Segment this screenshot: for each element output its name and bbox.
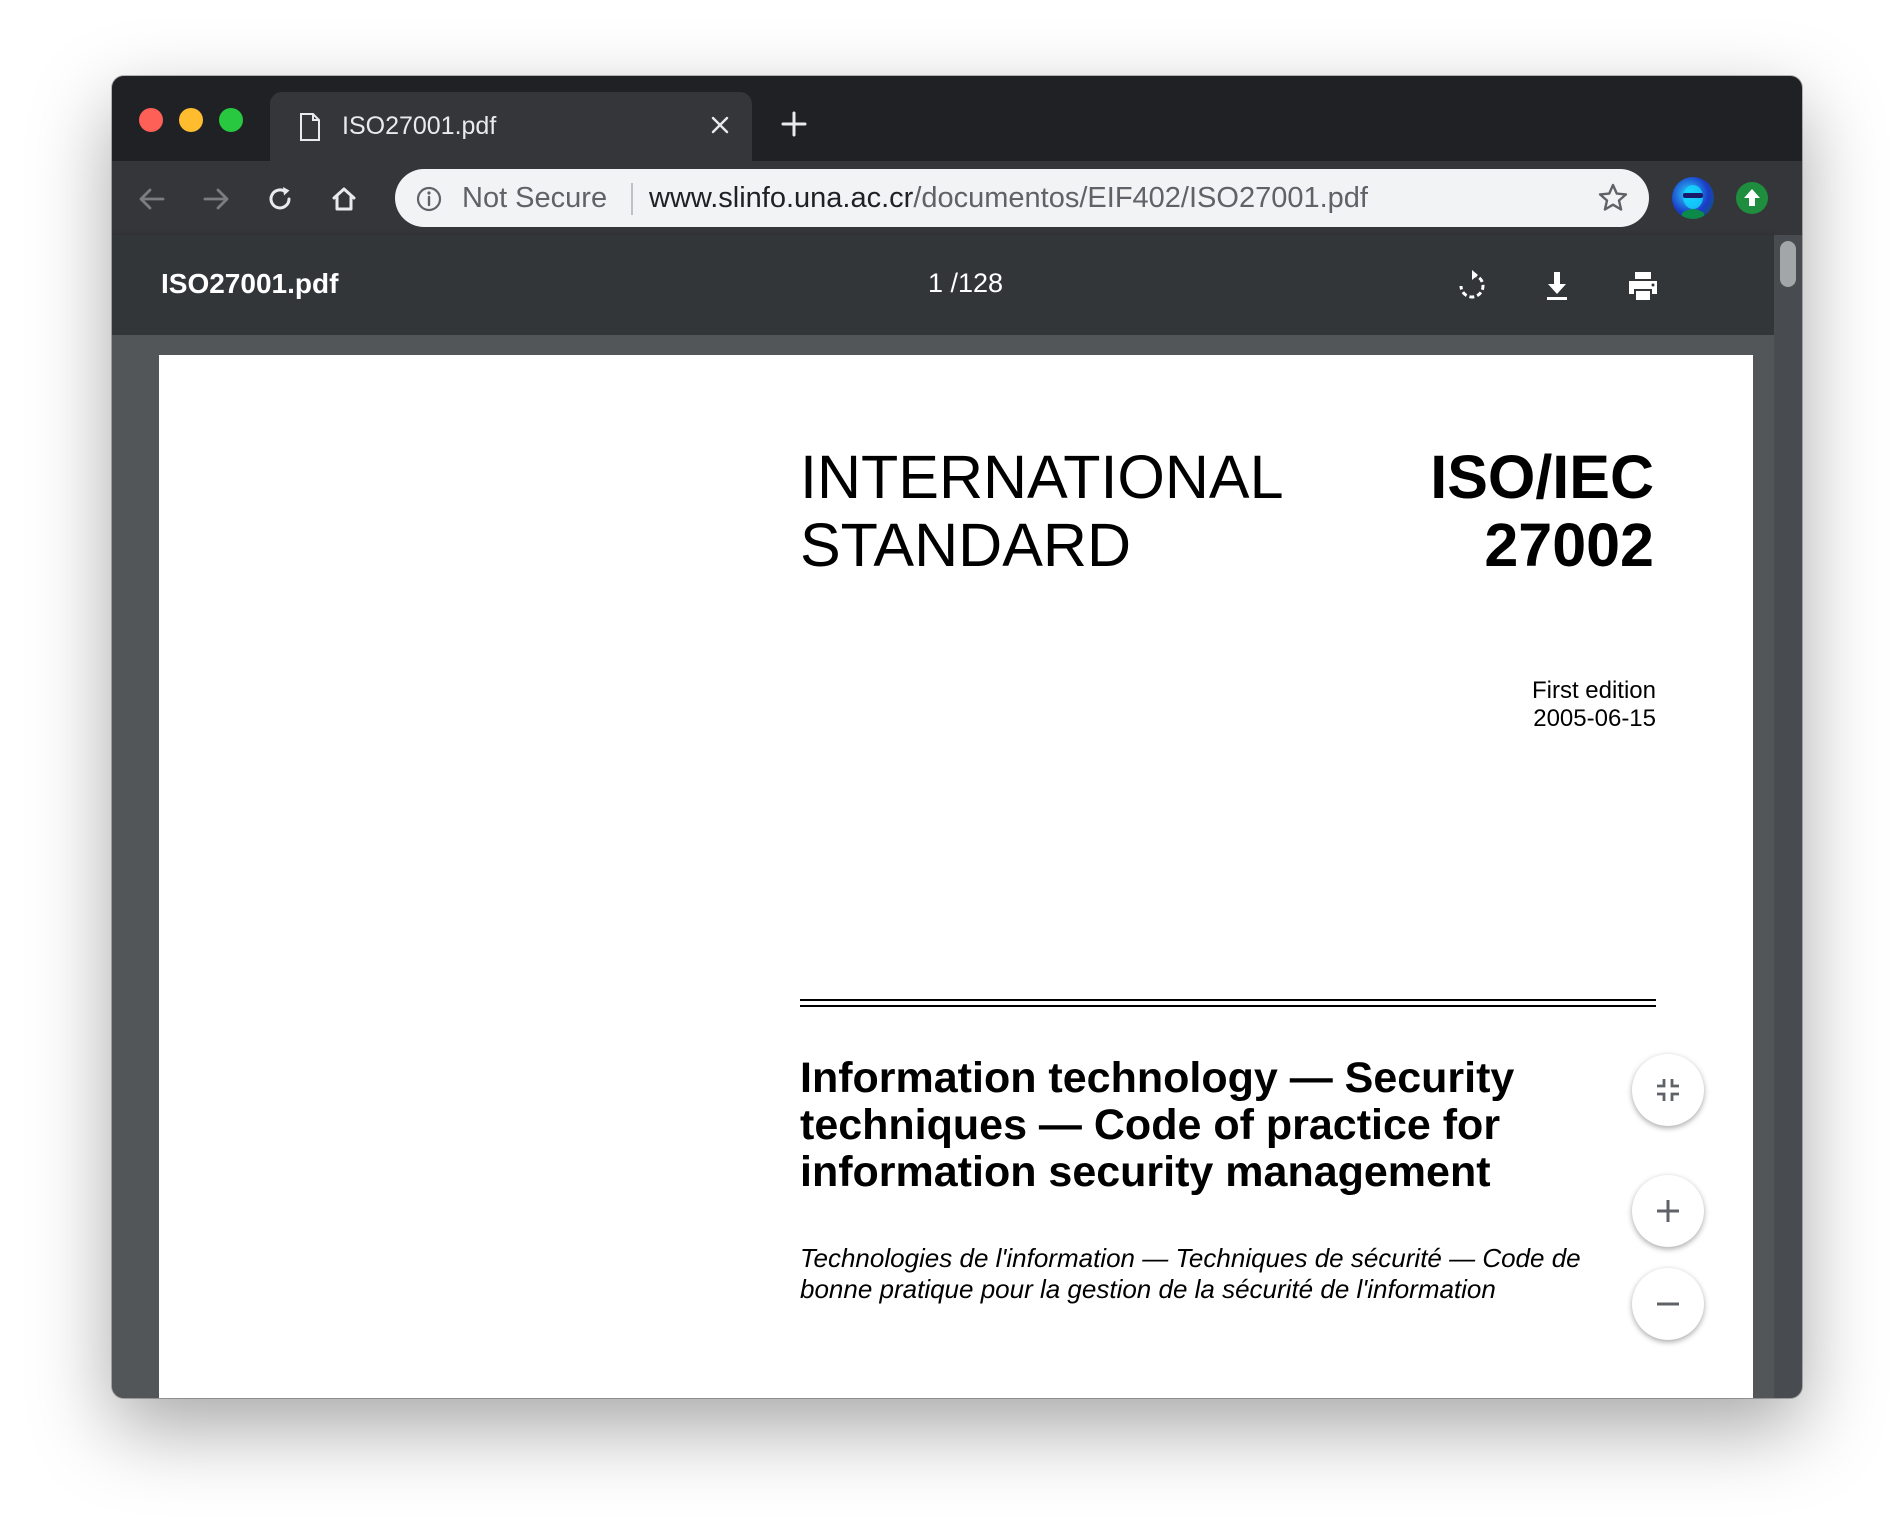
minimize-window-button[interactable] (179, 108, 203, 132)
edition-info: First edition 2005-06-15 (1532, 677, 1656, 733)
tab-title: ISO27001.pdf (342, 112, 497, 140)
print-icon[interactable] (1624, 267, 1662, 305)
heading-line: STANDARD (800, 511, 1132, 579)
omnibox-divider (631, 183, 633, 215)
browser-window: ISO27001.pdf Not Secure www.slinfo.una.a… (112, 76, 1802, 1398)
pdf-viewer: INTERNATIONAL STANDARD ISO/IEC 27002 Fir… (112, 335, 1774, 1398)
standard-number-heading: ISO/IEC 27002 (1430, 443, 1654, 579)
edition-date: 2005-06-15 (1533, 705, 1656, 732)
zoom-in-button[interactable] (1632, 1175, 1704, 1247)
star-icon[interactable] (1597, 182, 1629, 214)
zoom-out-button[interactable] (1632, 1268, 1704, 1340)
edition-label: First edition (1531, 677, 1656, 704)
double-rule-top (800, 999, 1656, 1001)
zoom-in-icon (1657, 1200, 1679, 1222)
reload-icon[interactable] (264, 183, 296, 215)
pdf-toolbar: ISO27001.pdf 1 /128 (112, 235, 1774, 335)
document-subtitle: Technologies de l'information — Techniqu… (800, 1243, 1581, 1304)
heading-line: 27002 (1484, 511, 1654, 579)
info-icon[interactable] (415, 185, 443, 213)
forward-arrow-icon[interactable] (200, 183, 232, 215)
scrollbar[interactable] (1774, 235, 1802, 1398)
scrollbar-thumb[interactable] (1780, 241, 1796, 287)
browser-toolbar: Not Secure www.slinfo.una.ac.cr/document… (112, 161, 1802, 235)
double-rule-bottom (800, 1005, 1656, 1007)
maximize-window-button[interactable] (219, 108, 243, 132)
close-window-button[interactable] (139, 108, 163, 132)
rotate-icon[interactable] (1453, 267, 1491, 305)
fit-page-icon (1657, 1079, 1679, 1101)
download-icon[interactable] (1538, 267, 1576, 305)
pdf-page: INTERNATIONAL STANDARD ISO/IEC 27002 Fir… (159, 355, 1753, 1398)
url-path: /documentos/EIF402/ISO27001.pdf (913, 182, 1368, 214)
url-text[interactable]: www.slinfo.una.ac.cr/documentos/EIF402/I… (649, 181, 1368, 215)
security-label[interactable]: Not Secure (462, 181, 607, 215)
heading-line: INTERNATIONAL (800, 443, 1284, 511)
file-icon (300, 113, 320, 141)
back-arrow-icon[interactable] (136, 183, 168, 215)
heading-line: ISO/IEC (1430, 443, 1654, 511)
extension-upload-icon[interactable] (1734, 180, 1770, 216)
url-host: www.slinfo.una.ac.cr (649, 182, 914, 214)
tab-strip: ISO27001.pdf (112, 76, 1802, 161)
home-icon[interactable] (328, 183, 360, 215)
plus-icon[interactable] (780, 110, 808, 138)
page-indicator[interactable]: 1 /128 (928, 266, 1003, 300)
standard-type-heading: INTERNATIONAL STANDARD (800, 443, 1284, 579)
zoom-out-icon (1657, 1302, 1679, 1306)
tab-iso27001[interactable]: ISO27001.pdf (270, 92, 752, 161)
fit-page-button[interactable] (1632, 1054, 1704, 1126)
address-bar[interactable]: Not Secure www.slinfo.una.ac.cr/document… (395, 169, 1649, 227)
close-icon[interactable] (708, 113, 732, 137)
pdf-filename: ISO27001.pdf (161, 268, 339, 299)
avatar-face-icon (1682, 185, 1704, 219)
profile-avatar[interactable] (1672, 177, 1714, 219)
document-title: Information technology — Security techni… (800, 1054, 1515, 1196)
